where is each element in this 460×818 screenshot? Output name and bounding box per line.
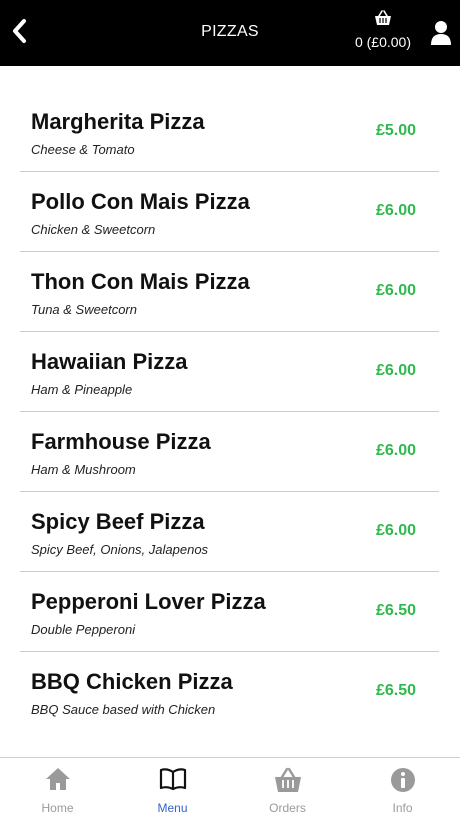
basket-icon [375,10,391,25]
user-icon [431,21,451,45]
menu-item[interactable]: Margherita Pizza Cheese & Tomato £5.00 [20,92,439,172]
item-name: Hawaiian Pizza [31,349,188,374]
tab-info[interactable]: Info [345,758,460,818]
item-description: Tuna & Sweetcorn [31,302,137,317]
cart-summary: 0 (£0.00) [354,34,412,50]
item-description: BBQ Sauce based with Chicken [31,702,216,717]
item-description: Spicy Beef, Onions, Jalapenos [31,542,209,557]
menu-item[interactable]: BBQ Chicken Pizza BBQ Sauce based with C… [20,652,439,732]
cart-button[interactable]: 0 (£0.00) [348,10,418,54]
item-price: £5.00 [375,122,416,139]
item-description: Ham & Mushroom [31,462,136,477]
tab-label: Menu [157,801,188,815]
item-name: Pollo Con Mais Pizza [31,189,250,214]
item-price: £6.50 [375,682,416,699]
top-bar: PIZZAS 0 (£0.00) [0,0,460,66]
item-name: Farmhouse Pizza [31,429,211,454]
tab-home[interactable]: Home [0,758,115,818]
item-name: BBQ Chicken Pizza [31,669,233,694]
account-button[interactable] [430,20,452,46]
book-icon [159,768,186,791]
menu-list: Margherita Pizza Cheese & Tomato £5.00 P… [20,92,439,732]
item-price: £6.00 [375,522,416,539]
menu-item[interactable]: Thon Con Mais Pizza Tuna & Sweetcorn £6.… [20,252,439,332]
menu-item[interactable]: Farmhouse Pizza Ham & Mushroom £6.00 [20,412,439,492]
item-price: £6.00 [375,202,416,219]
item-name: Thon Con Mais Pizza [31,269,250,294]
home-icon [45,768,70,790]
item-description: Cheese & Tomato [31,142,135,157]
tab-label: Info [392,801,413,815]
tab-orders[interactable]: Orders [230,758,345,818]
menu-item[interactable]: Pollo Con Mais Pizza Chicken & Sweetcorn… [20,172,439,252]
info-icon [390,768,415,792]
item-name: Pepperoni Lover Pizza [31,589,266,614]
back-button[interactable] [6,16,32,46]
tab-menu[interactable]: Menu [115,758,230,818]
item-description: Ham & Pineapple [31,382,133,397]
tab-label: Home [41,801,74,815]
item-description: Double Pepperoni [31,622,136,637]
item-description: Chicken & Sweetcorn [31,222,156,237]
item-price: £6.00 [375,442,416,459]
menu-item[interactable]: Hawaiian Pizza Ham & Pineapple £6.00 [20,332,439,412]
basket-icon [274,767,301,792]
menu-item[interactable]: Pepperoni Lover Pizza Double Pepperoni £… [20,572,439,652]
item-price: £6.00 [375,282,416,299]
item-name: Margherita Pizza [31,109,205,134]
bottom-tab-bar: Home Menu Orders Info [0,757,460,818]
item-price: £6.50 [375,602,416,619]
item-price: £6.00 [375,362,416,379]
item-name: Spicy Beef Pizza [31,509,205,534]
menu-item[interactable]: Spicy Beef Pizza Spicy Beef, Onions, Jal… [20,492,439,572]
tab-label: Orders [269,801,306,815]
chevron-left-icon [13,19,26,43]
